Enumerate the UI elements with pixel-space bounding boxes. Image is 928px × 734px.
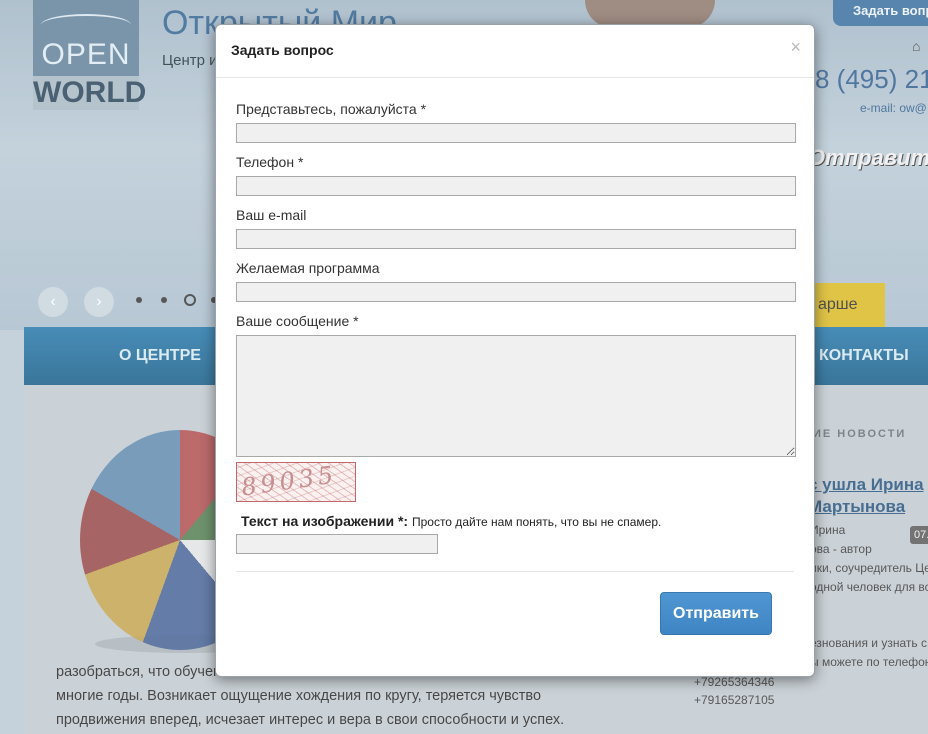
program-field[interactable] (236, 282, 796, 302)
captcha-input[interactable] (236, 534, 438, 554)
captcha-label-row: Текст на изображении *: Просто дайте нам… (241, 513, 661, 529)
message-label: Ваше сообщение * (236, 313, 359, 329)
close-icon[interactable]: × (790, 37, 801, 58)
captcha-image: 89035 (236, 462, 356, 502)
ask-question-modal: Задать вопрос × Представьтесь, пожалуйст… (215, 24, 815, 677)
phone-field[interactable] (236, 176, 796, 196)
modal-footer-divider (236, 571, 794, 572)
captcha-hint: Просто дайте нам понять, что вы не спаме… (411, 515, 662, 529)
modal-title: Задать вопрос (231, 42, 334, 58)
name-field[interactable] (236, 123, 796, 143)
modal-header-divider (216, 77, 814, 78)
email-label: Ваш e-mail (236, 207, 307, 223)
name-label: Представьтесь, пожалуйста * (236, 101, 427, 117)
submit-button[interactable]: Отправить (660, 592, 772, 635)
program-label: Желаемая программа (236, 260, 380, 276)
message-textarea[interactable] (236, 335, 796, 457)
email-field[interactable] (236, 229, 796, 249)
captcha-label: Текст на изображении *: (241, 513, 409, 529)
phone-label: Телефон * (236, 154, 304, 170)
